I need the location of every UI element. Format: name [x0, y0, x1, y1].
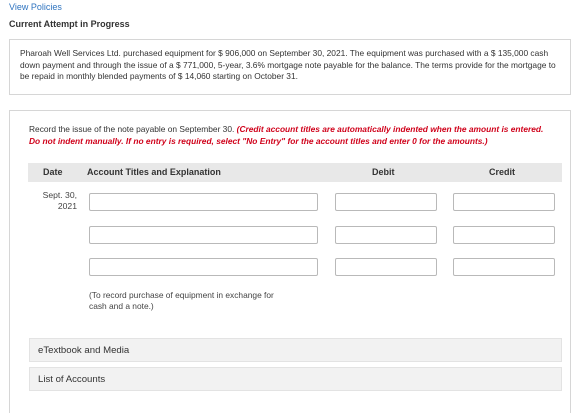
header-debit: Debit [372, 167, 395, 177]
etextbook-media-button[interactable]: eTextbook and Media [29, 338, 562, 362]
problem-statement: Pharoah Well Services Ltd. purchased equ… [9, 39, 571, 95]
debit-input-2[interactable] [335, 226, 437, 244]
instructions: Record the issue of the note payable on … [29, 123, 549, 147]
credit-input-2[interactable] [453, 226, 555, 244]
list-of-accounts-button[interactable]: List of Accounts [29, 367, 562, 391]
credit-input-1[interactable] [453, 193, 555, 211]
header-date: Date [43, 167, 63, 177]
header-credit: Credit [489, 167, 516, 177]
entry-date: Sept. 30, 2021 [42, 190, 77, 211]
account-title-input-3[interactable] [89, 258, 318, 276]
debit-input-3[interactable] [335, 258, 437, 276]
debit-input-1[interactable] [335, 193, 437, 211]
journal-table-header: Date Account Titles and Explanation Debi… [28, 163, 562, 182]
account-title-input-1[interactable] [89, 193, 318, 211]
entry-explanation: (To record purchase of equipment in exch… [89, 290, 274, 311]
credit-input-3[interactable] [453, 258, 555, 276]
instructions-text: Record the issue of the note payable on … [29, 124, 237, 134]
attempt-status: Current Attempt in Progress [9, 19, 130, 29]
account-title-input-2[interactable] [89, 226, 318, 244]
header-account: Account Titles and Explanation [87, 167, 221, 177]
view-policies-link[interactable]: View Policies [9, 2, 62, 12]
